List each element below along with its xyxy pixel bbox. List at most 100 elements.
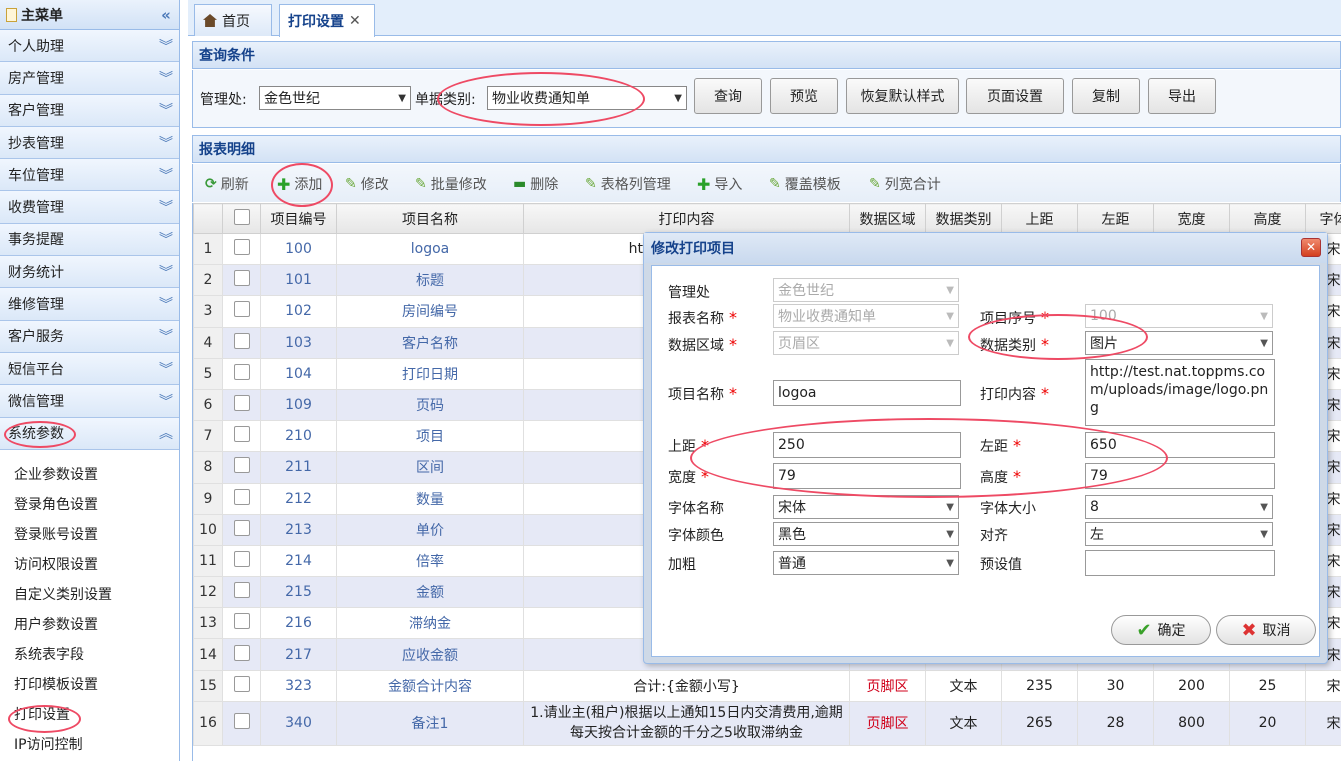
header-cell[interactable]: 字体 xyxy=(1305,203,1341,234)
row-checkbox[interactable] xyxy=(233,395,250,412)
row-select[interactable] xyxy=(222,482,261,515)
submenu-item[interactable]: 用户参数设置 xyxy=(0,610,179,640)
row-checkbox[interactable] xyxy=(233,488,250,505)
column-width-sum-button[interactable]: ✎ 列宽合计 xyxy=(869,174,941,194)
sidebar-item[interactable]: 个人助理 ︾ xyxy=(0,30,179,63)
query-button[interactable]: 查询 xyxy=(694,78,762,114)
sidebar-item[interactable]: 车位管理 ︾ xyxy=(0,159,179,192)
submenu-item[interactable]: 登录角色设置 xyxy=(0,490,179,520)
row-checkbox[interactable] xyxy=(233,713,250,730)
cancel-button[interactable]: ✖ 取消 xyxy=(1216,615,1316,645)
print-content-textarea[interactable]: http://test.nat.toppms.com/uploads/image… xyxy=(1085,359,1275,426)
sidebar-item[interactable]: 财务统计 ︾ xyxy=(0,256,179,289)
table-row[interactable]: 16 340 备注1 1.请业主(租户)根据以上通知15日内交清费用,逾期每天按合计金… xyxy=(193,700,1341,746)
left-input[interactable]: 650 xyxy=(1085,432,1275,458)
header-cell[interactable]: 数据类别 xyxy=(925,203,1002,234)
row-select[interactable] xyxy=(222,607,261,640)
delete-button[interactable]: ▬ 删除 xyxy=(513,174,558,194)
refresh-button[interactable]: ⟳ 刷新 xyxy=(205,174,249,194)
submenu-item[interactable]: 企业参数设置 xyxy=(0,460,179,490)
row-select[interactable] xyxy=(222,388,261,422)
row-checkbox[interactable] xyxy=(233,301,250,318)
preset-input[interactable] xyxy=(1085,550,1275,576)
submenu-item[interactable]: 系统表字段 xyxy=(0,640,179,670)
item-name-input[interactable]: logoa xyxy=(773,380,961,406)
row-select[interactable] xyxy=(222,451,261,484)
sidebar-item[interactable]: 房产管理 ︾ xyxy=(0,62,179,95)
data-type-select[interactable]: 图片 ▼ xyxy=(1085,331,1273,355)
sidebar-item[interactable]: 收费管理 ︾ xyxy=(0,191,179,224)
row-select[interactable] xyxy=(222,700,261,746)
page-setup-button[interactable]: 页面设置 xyxy=(966,78,1064,114)
header-cell[interactable]: 左距 xyxy=(1077,203,1154,234)
batch-edit-button[interactable]: ✎ 批量修改 xyxy=(415,174,487,194)
font-color-select[interactable]: 黑色 ▼ xyxy=(773,522,959,546)
row-checkbox[interactable] xyxy=(233,582,250,599)
sidebar-item-system-params[interactable]: 系统参数 ︽ xyxy=(0,417,179,450)
preview-button[interactable]: 预览 xyxy=(770,78,838,114)
row-checkbox[interactable] xyxy=(233,270,250,287)
row-checkbox[interactable] xyxy=(233,644,250,661)
table-row[interactable]: 15 323 金额合计内容 合计:{金额小写} 页脚区 文本 235 30 200 25 宋 xyxy=(193,669,1341,702)
column-manage-button[interactable]: ✎ 表格列管理 xyxy=(585,174,671,194)
row-select[interactable] xyxy=(222,544,261,578)
tab-print-settings[interactable]: 打印设置 ✕ xyxy=(279,4,375,37)
height-input[interactable]: 79 xyxy=(1085,463,1275,489)
dialog-close-icon[interactable]: ✕ xyxy=(1301,238,1321,257)
close-tab-icon[interactable]: ✕ xyxy=(349,13,361,29)
submenu-item[interactable]: 访问权限设置 xyxy=(0,550,179,580)
copy-button[interactable]: 复制 xyxy=(1072,78,1140,114)
header-cell[interactable]: 打印内容 xyxy=(523,203,850,234)
row-checkbox[interactable] xyxy=(233,363,250,380)
select-all-checkbox[interactable] xyxy=(233,208,250,225)
import-button[interactable]: ✚ 导入 xyxy=(697,174,742,194)
header-cell[interactable]: 上距 xyxy=(1001,203,1078,234)
mgmt-select[interactable]: 金色世纪 ▼ xyxy=(259,86,411,110)
row-select[interactable] xyxy=(222,420,261,453)
row-select[interactable] xyxy=(222,264,261,297)
row-checkbox[interactable] xyxy=(233,550,250,567)
header-cell[interactable]: 项目编号 xyxy=(260,203,337,234)
submenu-item[interactable]: 自定义类别设置 xyxy=(0,580,179,610)
row-select[interactable] xyxy=(222,232,261,266)
row-checkbox[interactable] xyxy=(233,613,250,630)
overwrite-template-button[interactable]: ✎ 覆盖模板 xyxy=(769,174,841,194)
sidebar-item[interactable]: 客户服务 ︾ xyxy=(0,320,179,353)
collapse-icon[interactable]: « xyxy=(153,6,179,24)
restore-default-style-button[interactable]: 恢复默认样式 xyxy=(846,78,959,114)
header-cell[interactable]: 数据区域 xyxy=(849,203,926,234)
sidebar-item[interactable]: 客户管理 ︾ xyxy=(0,94,179,127)
header-select-all[interactable] xyxy=(222,203,261,234)
sidebar-item[interactable]: 事务提醒 ︾ xyxy=(0,223,179,257)
row-select[interactable] xyxy=(222,295,261,328)
type-select[interactable]: 物业收费通知单 ▼ xyxy=(487,86,687,110)
ok-button[interactable]: ✔ 确定 xyxy=(1111,615,1211,645)
sidebar-item[interactable]: 微信管理 ︾ xyxy=(0,385,179,418)
row-select[interactable] xyxy=(222,513,261,546)
submenu-item[interactable]: IP访问控制 xyxy=(0,730,179,760)
row-checkbox[interactable] xyxy=(233,426,250,443)
edit-button[interactable]: ✎ 修改 xyxy=(345,174,389,194)
row-checkbox[interactable] xyxy=(233,675,250,692)
sidebar-item[interactable]: 维修管理 ︾ xyxy=(0,288,179,321)
bold-select[interactable]: 普通 ▼ xyxy=(773,551,959,575)
export-button[interactable]: 导出 xyxy=(1148,78,1216,114)
row-checkbox[interactable] xyxy=(233,332,250,349)
row-select[interactable] xyxy=(222,326,261,359)
header-cell[interactable]: 项目名称 xyxy=(336,203,524,234)
sidebar-item[interactable]: 抄表管理 ︾ xyxy=(0,126,179,160)
row-select[interactable] xyxy=(222,576,261,609)
row-checkbox[interactable] xyxy=(233,519,250,536)
add-button[interactable]: ✚ 添加 xyxy=(277,174,322,194)
font-name-select[interactable]: 宋体 ▼ xyxy=(773,495,959,519)
submenu-item[interactable]: 登录账号设置 xyxy=(0,520,179,550)
row-checkbox[interactable] xyxy=(233,457,250,474)
row-checkbox[interactable] xyxy=(233,239,250,256)
top-input[interactable]: 250 xyxy=(773,432,961,458)
sidebar-item[interactable]: 短信平台 ︾ xyxy=(0,352,179,386)
submenu-item[interactable]: 打印设置 xyxy=(0,700,179,730)
tab-home[interactable]: 首页 xyxy=(194,4,272,36)
row-select[interactable] xyxy=(222,357,261,390)
row-select[interactable] xyxy=(222,638,261,671)
align-select[interactable]: 左 ▼ xyxy=(1085,522,1273,546)
